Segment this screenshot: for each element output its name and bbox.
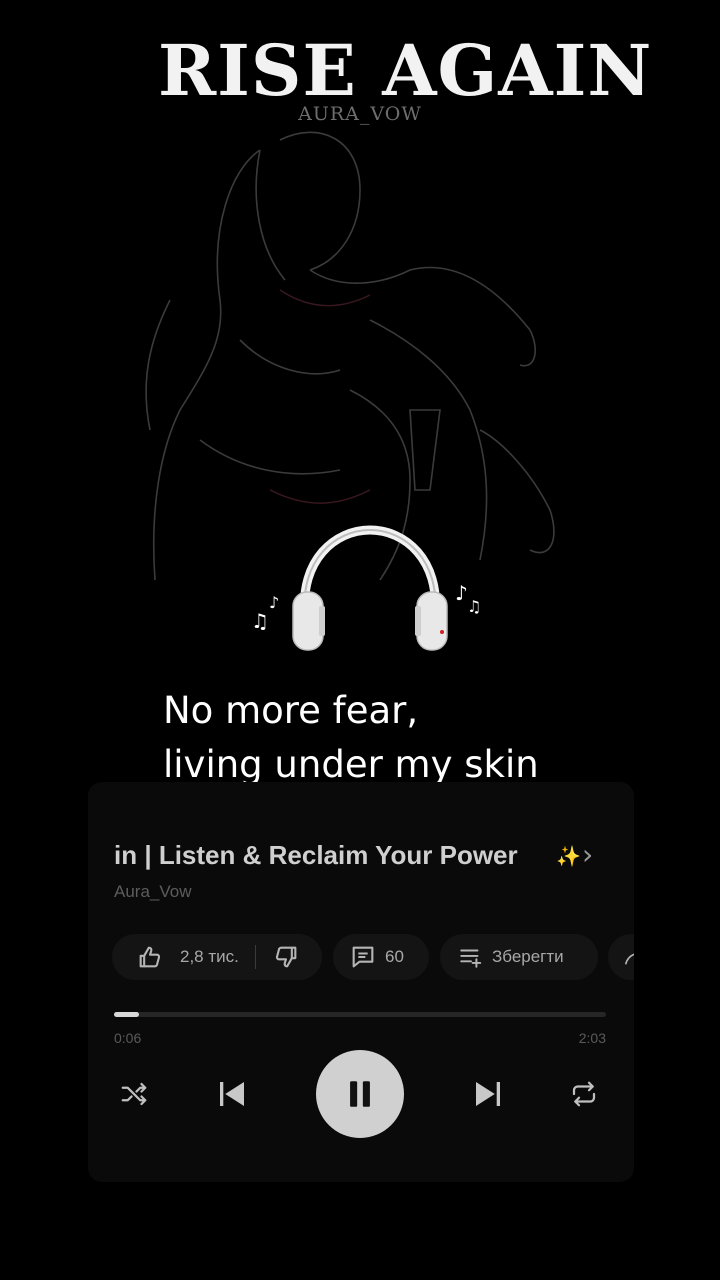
save-label: Зберегти <box>492 947 564 966</box>
play-pause-button[interactable] <box>316 1050 404 1138</box>
progress-bar[interactable] <box>114 1012 606 1017</box>
player-panel: in | Listen & Reclaim Your Power ✨ › Aur… <box>88 782 634 1182</box>
svg-text:♪: ♪ <box>269 593 279 612</box>
thumbs-down-icon[interactable] <box>272 943 300 971</box>
chevron-right-icon[interactable]: › <box>582 838 593 871</box>
like-dislike-group: 2,8 тис. <box>112 934 322 980</box>
repeat-button[interactable] <box>564 1074 604 1114</box>
pause-icon <box>350 1081 370 1107</box>
sparkle-icon: ✨ <box>556 844 581 868</box>
track-title[interactable]: in | Listen & Reclaim Your Power <box>114 840 518 871</box>
progress-fill <box>114 1012 139 1017</box>
comments-button[interactable]: 60 <box>333 934 429 980</box>
headphones-icon: ♫ ♪ ♪ ♫ <box>251 525 481 651</box>
svg-text:♫: ♫ <box>251 609 269 633</box>
more-button[interactable] <box>608 934 634 980</box>
svg-text:♫: ♫ <box>467 597 481 616</box>
repeat-icon <box>572 1081 596 1107</box>
skip-previous-icon <box>220 1082 244 1106</box>
svg-text:♪: ♪ <box>455 581 468 605</box>
lyrics: No more fear, living under my skin <box>163 684 539 792</box>
shuffle-button[interactable] <box>114 1074 154 1114</box>
skip-next-icon <box>476 1082 500 1106</box>
thumbs-up-icon[interactable] <box>136 943 164 971</box>
playlist-add-icon <box>458 944 484 970</box>
save-button[interactable]: Зберегти <box>440 934 598 980</box>
next-button[interactable] <box>466 1072 510 1116</box>
track-artist[interactable]: Aura_Vow <box>114 882 192 902</box>
share-icon <box>622 946 634 968</box>
lyric-line-1: No more fear, <box>163 689 419 732</box>
comment-count: 60 <box>385 947 404 966</box>
previous-button[interactable] <box>210 1072 254 1116</box>
divider <box>254 945 256 969</box>
total-time: 2:03 <box>578 1030 606 1046</box>
like-count: 2,8 тис. <box>180 947 239 966</box>
cover-illustration <box>145 131 555 581</box>
current-time: 0:06 <box>114 1030 142 1046</box>
cover-title: RISE AGAIN <box>158 29 653 112</box>
comment-icon <box>349 943 377 971</box>
shuffle-icon <box>121 1082 147 1106</box>
